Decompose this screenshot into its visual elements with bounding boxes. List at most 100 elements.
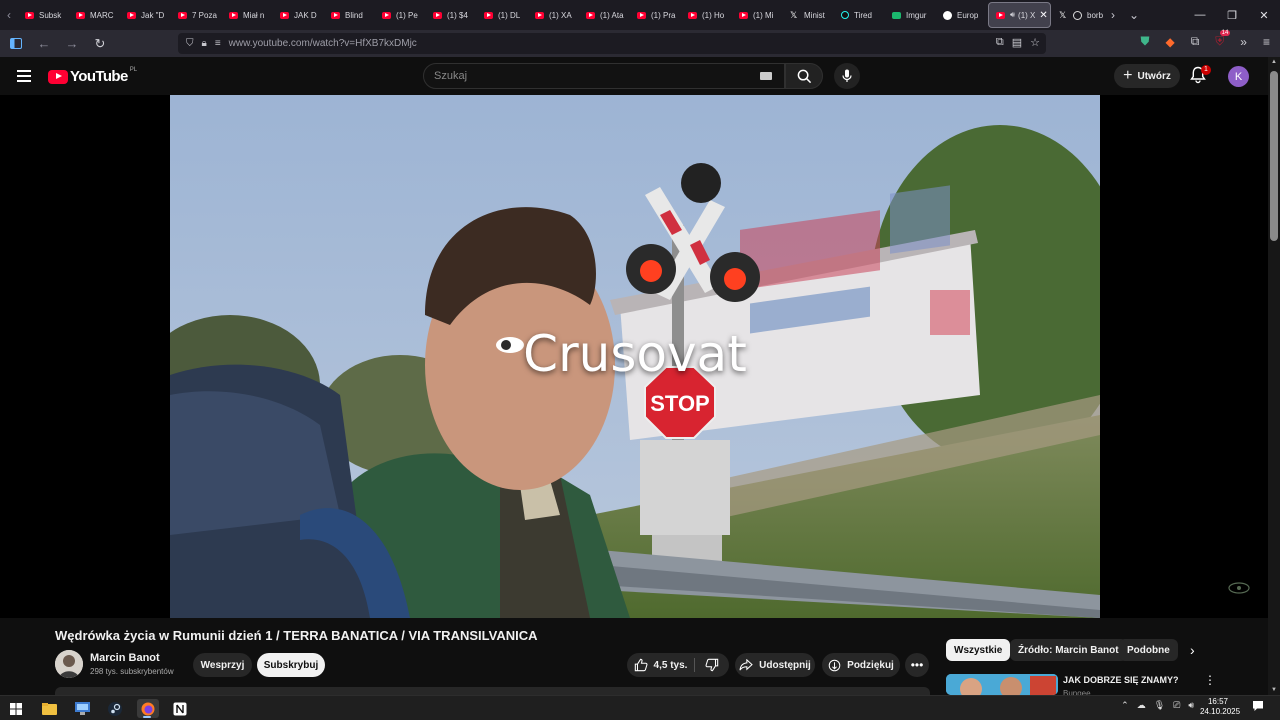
- tab-label: (1) XA: [549, 10, 572, 20]
- picture-in-picture-icon[interactable]: ⧉: [996, 36, 1004, 49]
- video-frame[interactable]: STOP Crusovat: [170, 95, 1100, 618]
- browser-tab[interactable]: Subsk: [18, 0, 69, 30]
- tab-audio-icon[interactable]: 🔊︎: [1010, 10, 1015, 20]
- browser-tab[interactable]: Jak "D: [120, 0, 171, 30]
- browser-tab[interactable]: Tired: [834, 0, 885, 30]
- taskbar-clock[interactable]: 16:57 24.10.2025: [1200, 697, 1240, 717]
- browser-tab[interactable]: (1) XA: [528, 0, 579, 30]
- channel-watermark-icon[interactable]: [1228, 581, 1250, 595]
- keyboard-icon[interactable]: [760, 72, 772, 80]
- scroll-down-icon[interactable]: ▼: [1271, 687, 1277, 693]
- channel-avatar[interactable]: [55, 650, 83, 678]
- minimize-icon[interactable]: —: [1184, 0, 1216, 30]
- description-box[interactable]: [55, 687, 930, 695]
- tabs-scroll-left-icon[interactable]: ‹: [0, 0, 18, 30]
- lock-icon[interactable]: 🔒︎: [202, 38, 207, 49]
- subscribe-button[interactable]: Subskrybuj: [257, 653, 325, 677]
- more-actions-button[interactable]: •••: [905, 653, 929, 677]
- share-button[interactable]: Udostępnij: [735, 653, 815, 677]
- firefox-icon[interactable]: [137, 699, 159, 718]
- browser-tab[interactable]: Miał n: [222, 0, 273, 30]
- volume-icon[interactable]: 🔊︎: [1188, 700, 1194, 711]
- tab-label: (1) Pe: [396, 10, 418, 20]
- restore-icon[interactable]: ❐: [1216, 0, 1248, 30]
- notifications-button[interactable]: 1: [1190, 65, 1211, 86]
- guide-menu-icon[interactable]: [17, 70, 31, 82]
- scroll-up-icon[interactable]: ▲: [1271, 59, 1277, 65]
- chips-next-icon[interactable]: ›: [1190, 642, 1195, 658]
- address-bar[interactable]: ⛉ 🔒︎ ≡ www.youtube.com/watch?v=HfXB7kxDM…: [178, 33, 1046, 54]
- chip-source[interactable]: Źródło: Marcin Banot: [1010, 639, 1127, 661]
- chip-related[interactable]: Podobne: [1119, 639, 1178, 661]
- browser-tab[interactable]: (1) $4: [426, 0, 477, 30]
- network-icon[interactable]: ⎚: [1173, 700, 1180, 711]
- browser-tab[interactable]: (1) DL: [477, 0, 528, 30]
- browser-tab[interactable]: (1) Mi: [732, 0, 783, 30]
- bookmark-star-icon[interactable]: ☆: [1030, 36, 1040, 49]
- browser-tab[interactable]: (1) Ata: [579, 0, 630, 30]
- url-text[interactable]: www.youtube.com/watch?v=HfXB7kxDMjc: [229, 38, 417, 49]
- browser-tab[interactable]: MARC: [69, 0, 120, 30]
- search-button[interactable]: [785, 63, 823, 89]
- page-scrollbar[interactable]: ▲ ▼: [1268, 57, 1280, 695]
- thanks-button[interactable]: Podziękuj: [822, 653, 900, 677]
- search-icon: [797, 69, 811, 83]
- create-button[interactable]: + Utwórz: [1114, 64, 1180, 88]
- youtube-logo[interactable]: YouTube PL: [48, 67, 137, 85]
- back-icon[interactable]: ←: [32, 32, 56, 56]
- recommendation-title[interactable]: JAK DOBRZE SIĘ ZNAMY?: [1063, 675, 1179, 685]
- browser-tab[interactable]: JAK D: [273, 0, 324, 30]
- browser-tab[interactable]: Imgur: [885, 0, 936, 30]
- overflow-chevrons-icon[interactable]: »: [1240, 35, 1247, 49]
- youtube-favicon-icon: [739, 11, 748, 19]
- browser-tab[interactable]: 7 Poza: [171, 0, 222, 30]
- voice-search-button[interactable]: [834, 63, 860, 89]
- extensions-puzzle-icon[interactable]: ⧉: [1191, 34, 1200, 49]
- onedrive-icon[interactable]: ☁: [1137, 700, 1146, 711]
- file-explorer-icon[interactable]: [39, 699, 59, 718]
- search-input[interactable]: Szukaj: [423, 63, 785, 89]
- channel-name[interactable]: Marcin Banot: [90, 652, 160, 664]
- tray-overflow-icon[interactable]: ⌃: [1121, 700, 1129, 711]
- extension-fox-icon[interactable]: ◆: [1165, 35, 1174, 49]
- tab-label: MARC: [90, 10, 114, 20]
- extension-shield-icon[interactable]: ⛊: [1140, 34, 1149, 49]
- chip-all[interactable]: Wszystkie: [946, 639, 1011, 661]
- permissions-icon[interactable]: ≡: [215, 38, 221, 49]
- forward-icon[interactable]: →: [60, 32, 84, 56]
- browser-tab[interactable]: 𝕏borbe: [1052, 0, 1103, 30]
- youtube-favicon-icon: [382, 11, 391, 19]
- notion-icon[interactable]: [170, 699, 190, 718]
- browser-tab[interactable]: Blind: [324, 0, 375, 30]
- browser-menu-icon[interactable]: ≡: [1263, 35, 1270, 49]
- youtube-header: YouTube PL Szukaj + Utwórz 1 K: [0, 57, 1268, 95]
- recommendation-menu-icon[interactable]: ⋮: [1204, 673, 1216, 687]
- video-player[interactable]: STOP Crusovat: [0, 95, 1268, 618]
- scrollbar-thumb[interactable]: [1270, 71, 1278, 241]
- sidebar-toggle-icon[interactable]: [4, 32, 28, 56]
- close-tab-icon[interactable]: ✕: [1039, 10, 1047, 21]
- microphone-tray-icon[interactable]: 🎙︎: [1154, 700, 1165, 711]
- browser-tab[interactable]: 𝕏 Minist: [783, 0, 834, 30]
- browser-tab[interactable]: 🔊︎ (1) X ✕: [988, 2, 1051, 28]
- reader-view-icon[interactable]: ▤: [1012, 36, 1022, 49]
- browser-tab[interactable]: (1) Pra: [630, 0, 681, 30]
- extension-ublock-icon[interactable]: ⛨ 14: [1215, 30, 1231, 49]
- recommendation-thumbnail[interactable]: [946, 674, 1058, 695]
- like-button[interactable]: 4,5 tys.: [627, 653, 694, 677]
- support-button[interactable]: Wesprzyj: [193, 653, 252, 677]
- browser-tab[interactable]: Europ: [936, 0, 987, 30]
- dislike-button[interactable]: [695, 653, 729, 677]
- tabs-scroll-right-icon[interactable]: ›: [1111, 8, 1115, 22]
- tab-list-dropdown-icon[interactable]: ⌄: [1129, 8, 1139, 22]
- reload-icon[interactable]: ↻: [88, 32, 112, 56]
- steam-icon[interactable]: [105, 699, 125, 718]
- browser-tab[interactable]: (1) Pe: [375, 0, 426, 30]
- account-avatar[interactable]: K: [1228, 66, 1249, 87]
- notification-center-icon[interactable]: [1252, 700, 1264, 712]
- windows-start-icon[interactable]: [6, 699, 26, 718]
- tracking-shield-icon[interactable]: ⛉: [186, 38, 194, 49]
- close-window-icon[interactable]: ✕: [1248, 0, 1280, 30]
- control-panel-icon[interactable]: [72, 699, 92, 718]
- browser-tab[interactable]: (1) Ho: [681, 0, 732, 30]
